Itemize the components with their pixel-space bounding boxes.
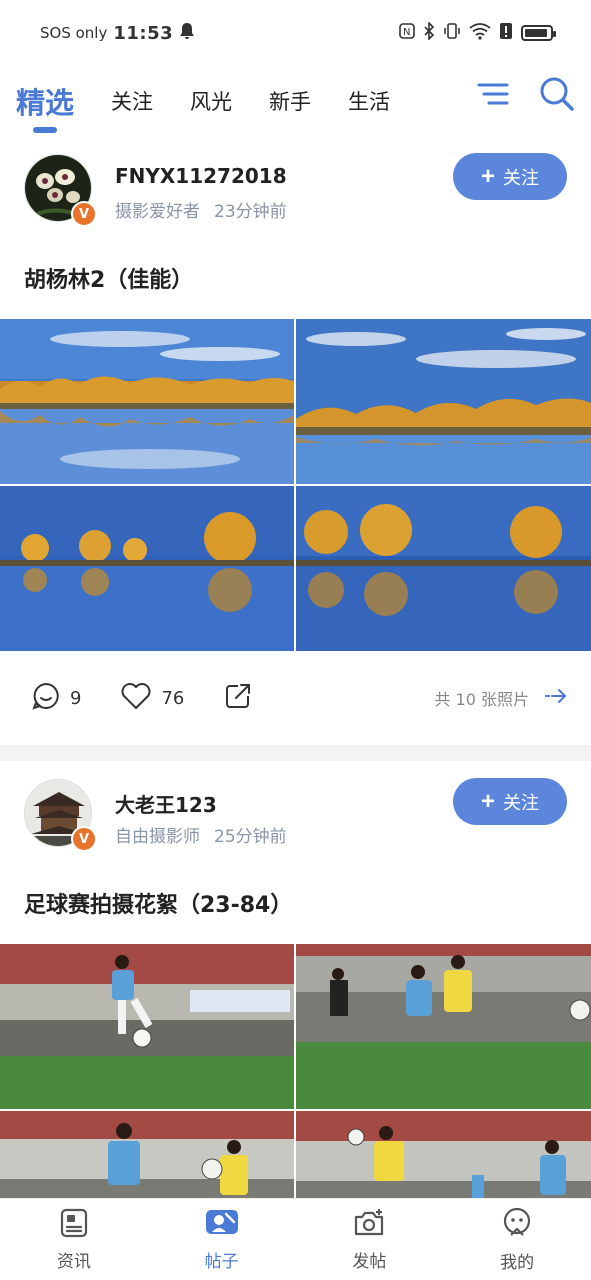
post-photo[interactable] [0,944,294,1109]
plus-icon: + [480,787,495,815]
author-role: 摄影爱好者 [115,202,200,222]
post-separator [0,745,591,761]
heart-icon [121,682,151,715]
author-name[interactable]: FNYX11272018 [115,164,287,188]
follow-button[interactable]: + 关注 [453,153,567,200]
vibrate-icon [443,22,461,44]
nav-profile-label: 我的 [500,1252,535,1273]
post-time: 25分钟前 [214,827,287,847]
author-name[interactable]: 大老王123 [115,789,217,818]
post-photo[interactable] [296,486,591,651]
verified-badge: V [71,201,97,227]
post-photo[interactable] [0,486,294,651]
arrow-right-icon [545,688,567,708]
like-count: 76 [161,687,185,709]
like-action[interactable]: 76 [121,682,184,715]
author-meta: 摄影爱好者 23分钟前 [115,197,287,222]
author-role: 自由摄影师 [115,827,200,847]
battery-level [525,29,547,37]
share-icon [224,682,252,715]
bottom-nav: 资讯 帖子 发帖 我的 [0,1198,591,1280]
photo-count-link[interactable]: 共 10 张照片 [434,686,567,710]
comment-icon [32,682,60,715]
bluetooth-icon [423,21,435,44]
follow-button[interactable]: + 关注 [453,778,567,825]
category-tabs: 精选 关注 风光 新手 生活 [0,66,591,136]
tab-life[interactable]: 生活 [348,71,390,131]
post-photo[interactable] [296,944,591,1109]
nav-news-label: 资讯 [56,1251,91,1272]
share-action[interactable] [224,682,252,715]
nav-news[interactable]: 资讯 [0,1199,148,1280]
nav-profile[interactable]: 我的 [443,1199,591,1280]
wifi-icon [469,22,491,44]
author-row: V 大老王123 自由摄影师 25分钟前 + 关注 [0,761,591,871]
nav-publish[interactable]: 发帖 [296,1199,444,1280]
alert-icon [499,22,513,44]
bell-icon [179,22,195,44]
carrier-text: SOS only [40,24,108,42]
tab-featured[interactable]: 精选 [16,71,74,131]
plus-icon: + [480,162,495,190]
author-row: V FNYX11272018 摄影爱好者 23分钟前 + 关注 [0,136,591,246]
nav-posts[interactable]: 帖子 [148,1199,296,1280]
nav-publish-label: 发帖 [352,1251,387,1272]
nfc-icon: N [399,23,415,43]
post-actions: 9 76 共 10 张照片 [0,651,591,745]
follow-label: 关注 [503,167,539,188]
photo-grid [0,319,591,651]
search-icon[interactable] [539,76,575,116]
menu-icon[interactable] [477,82,509,110]
news-icon [59,1208,89,1243]
verified-badge: V [71,826,97,852]
follow-label: 关注 [503,792,539,813]
tab-following[interactable]: 关注 [111,71,153,131]
post-card[interactable]: V FNYX11272018 摄影爱好者 23分钟前 + 关注 胡杨林2（佳能） [0,136,591,745]
status-bar: SOS only 11:53 N [0,0,591,66]
author-meta: 自由摄影师 25分钟前 [115,822,287,847]
comment-count: 9 [70,687,82,709]
tab-landscape[interactable]: 风光 [190,71,232,131]
clock: 11:53 [113,22,174,44]
battery-icon [521,25,556,41]
tab-beginner[interactable]: 新手 [269,71,311,131]
post-feed: V FNYX11272018 摄影爱好者 23分钟前 + 关注 胡杨林2（佳能） [0,136,591,1276]
post-time: 23分钟前 [214,202,287,222]
photo-count-text: 共 10 张照片 [434,690,529,709]
posts-icon [204,1208,240,1243]
profile-icon [501,1207,533,1244]
nav-posts-label: 帖子 [204,1251,239,1272]
post-title[interactable]: 胡杨林2（佳能） [0,246,591,310]
post-title[interactable]: 足球赛拍摄花絮（23-84） [0,871,591,935]
camera-icon [353,1208,385,1243]
comment-action[interactable]: 9 [32,682,81,715]
svg-text:N: N [403,27,410,38]
post-photo[interactable] [0,319,294,484]
post-photo[interactable] [296,319,591,484]
